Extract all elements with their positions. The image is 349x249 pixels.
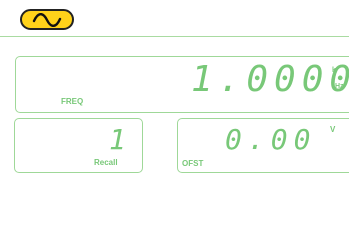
frequency-value: 1.0000 — [191, 59, 349, 100]
sine-wave-icon — [32, 12, 62, 27]
offset-value: 0.00 — [225, 123, 317, 156]
frequency-label: FREQ — [61, 97, 84, 106]
recall-value: 1 — [109, 123, 132, 156]
offset-unit: V — [330, 125, 336, 134]
waveform-sine-button[interactable] — [20, 9, 74, 30]
frequency-unit-prefix: k — [332, 67, 336, 74]
frequency-unit: Hz — [335, 83, 344, 90]
offset-display[interactable]: 0.00 V OFST — [177, 118, 349, 173]
frequency-display[interactable]: 1.0000 k Hz FREQ — [15, 56, 349, 113]
divider — [0, 36, 349, 37]
offset-label: OFST — [182, 159, 204, 168]
recall-label: Recall — [94, 158, 118, 167]
recall-display[interactable]: 1 Recall — [14, 118, 143, 173]
